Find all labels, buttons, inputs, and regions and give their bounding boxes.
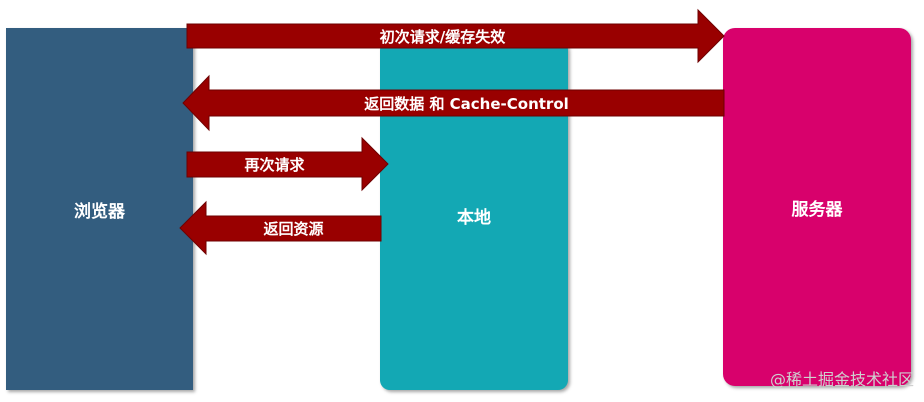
watermark: @稀土掘金技术社区	[769, 370, 914, 389]
arrow-first-request-label: 初次请求/缓存失效	[379, 27, 506, 46]
arrow-return-resource-label: 返回资源	[263, 220, 324, 238]
arrow-layer	[179, 8, 725, 256]
arrow-return-data-label: 返回数据 和 Cache-Control	[364, 94, 569, 113]
arrow-second-request-label: 再次请求	[244, 156, 305, 174]
